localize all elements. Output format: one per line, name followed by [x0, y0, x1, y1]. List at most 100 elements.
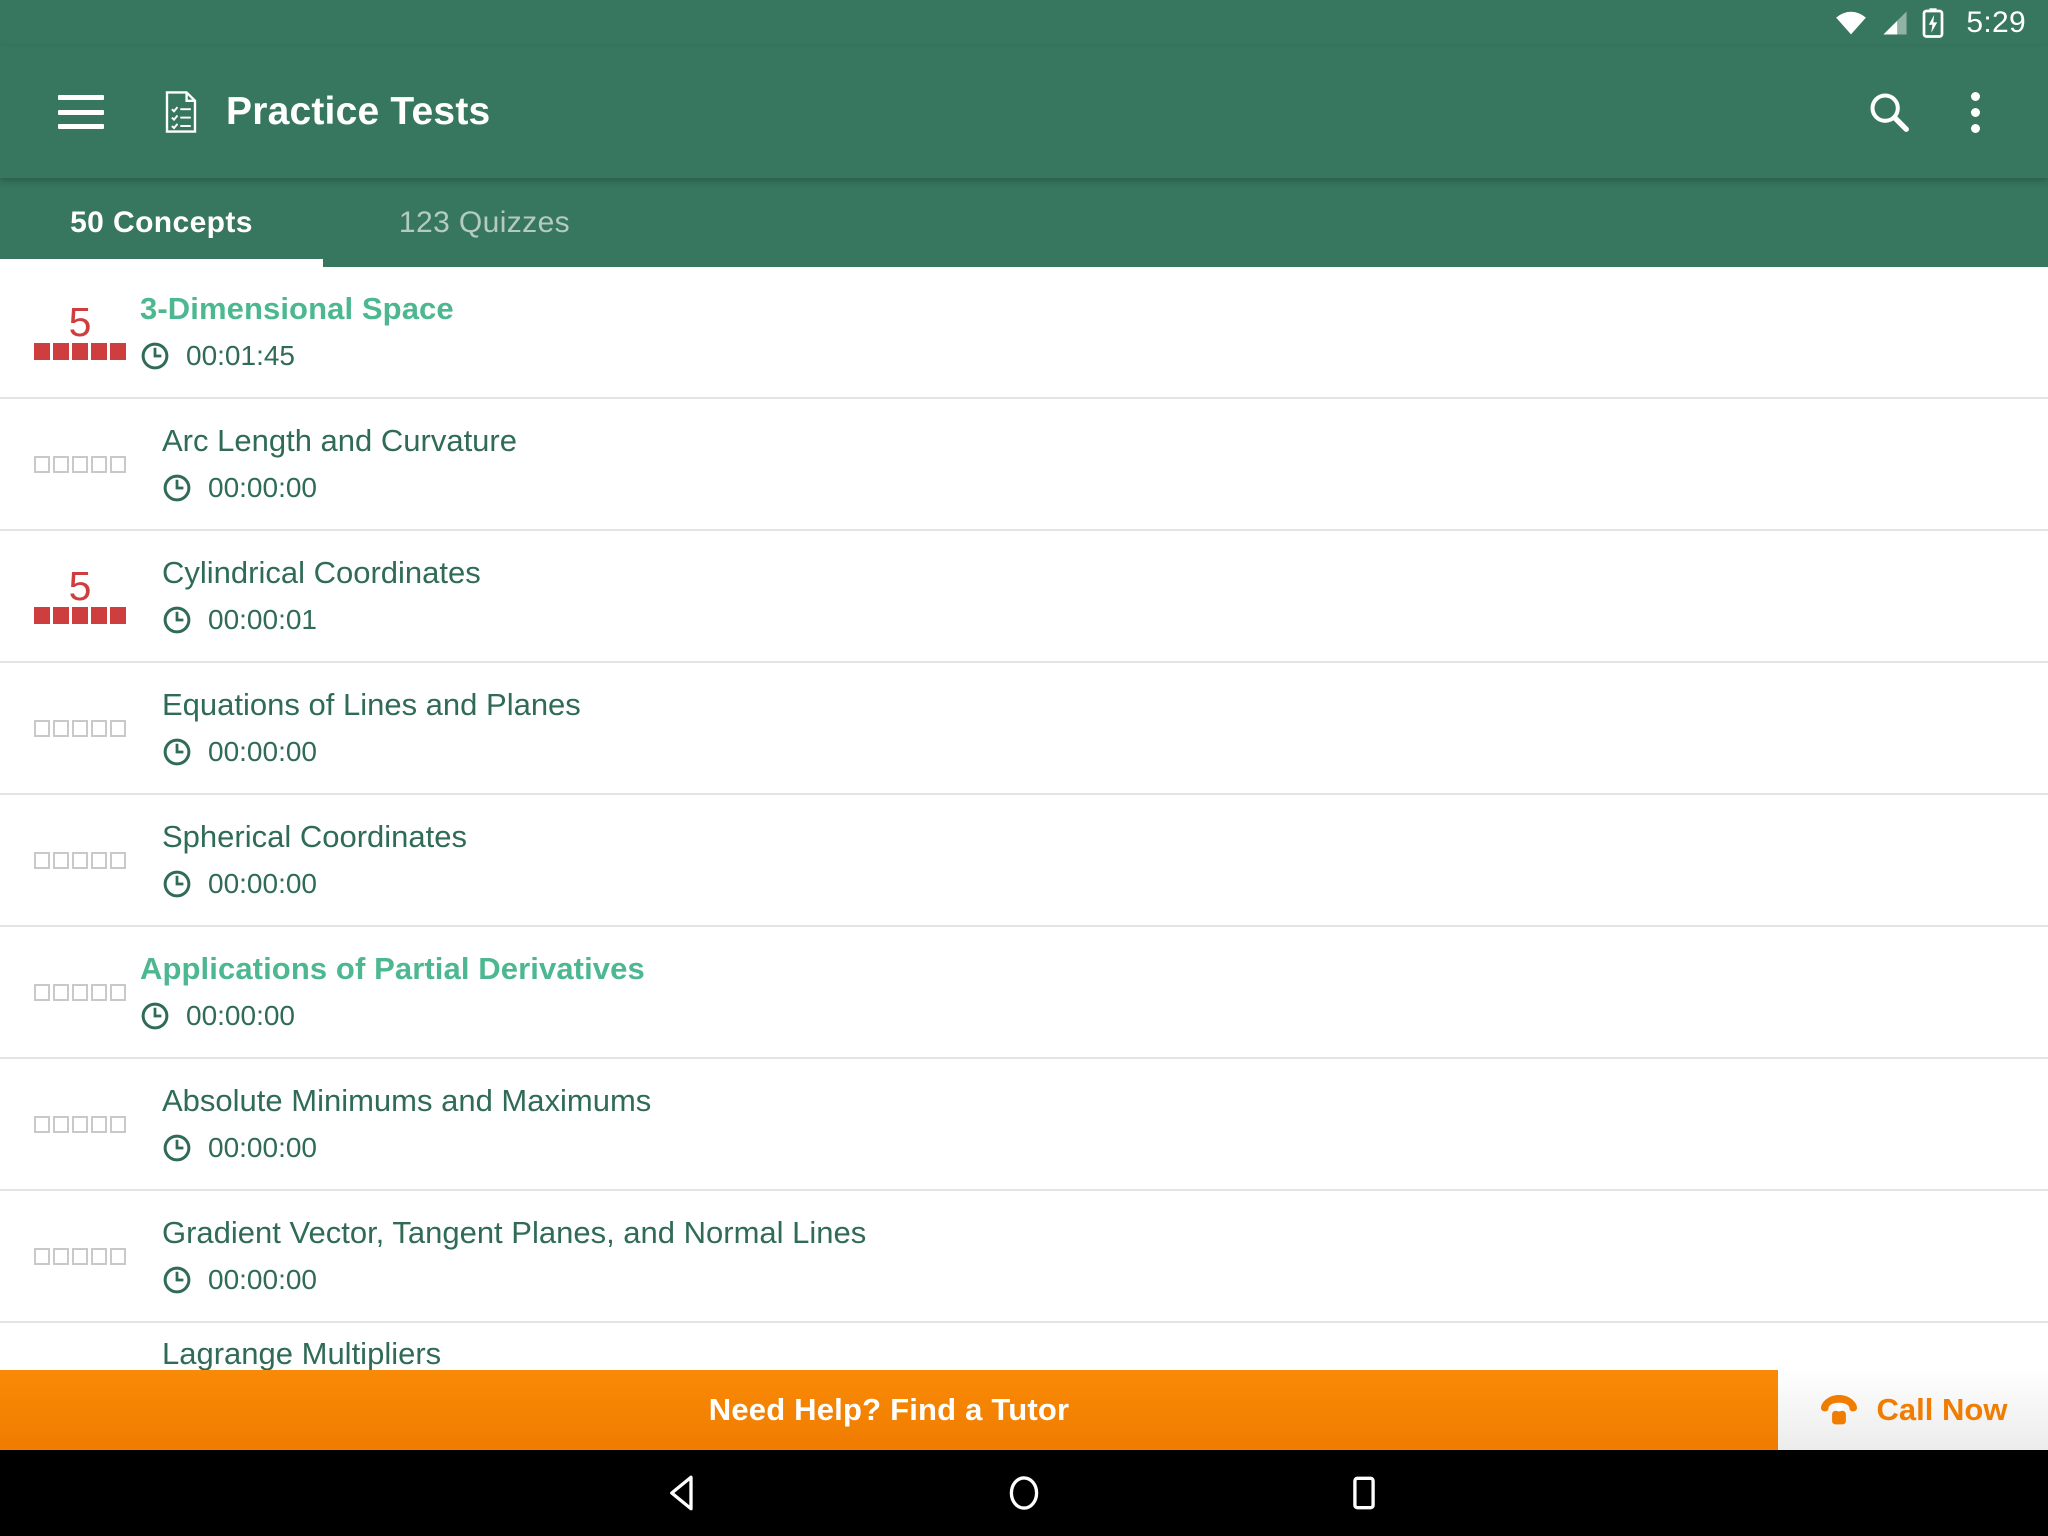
rating-blocks — [34, 343, 126, 361]
document-checklist-icon — [165, 91, 197, 133]
call-now-button[interactable]: Call Now — [1778, 1370, 2048, 1450]
clock-icon — [163, 738, 191, 766]
list-item[interactable]: Spherical Coordinates 00:00:00 — [0, 795, 2048, 927]
tutor-banner: Need Help? Find a Tutor Call Now — [0, 1370, 2048, 1450]
android-nav-bar — [0, 1450, 2048, 1536]
app-bar: Practice Tests — [0, 46, 2048, 178]
list-item-title: Cylindrical Coordinates — [162, 555, 481, 591]
search-button[interactable] — [1846, 69, 1932, 155]
time-row: 00:00:00 — [162, 868, 2048, 900]
status-icon-group: 5:29 — [1834, 8, 2026, 38]
home-circle-icon — [1009, 1476, 1039, 1510]
clock-icon — [163, 474, 191, 502]
list-item-content: Cylindrical Coordinates 00:00:01 — [140, 555, 2048, 636]
list-item-content: Gradient Vector, Tangent Planes, and Nor… — [140, 1215, 2048, 1296]
list-item-content: Absolute Minimums and Maximums 00:00:00 — [140, 1083, 2048, 1164]
nav-home-button[interactable] — [979, 1450, 1069, 1536]
tab-bar: 50 Concepts 123 Quizzes — [0, 178, 2048, 267]
tab-quizzes-label: 123 Quizzes — [398, 205, 571, 239]
hamburger-menu-icon[interactable] — [58, 95, 104, 129]
overflow-menu-icon — [1970, 91, 1980, 133]
clock-icon — [163, 870, 191, 898]
time-row: 00:00:00 — [162, 1132, 2048, 1164]
rating-indicator: 5 — [0, 298, 140, 361]
rating-blocks — [34, 851, 126, 869]
rating-value: 5 — [68, 562, 92, 609]
time-row: 00:01:45 — [140, 340, 2048, 372]
nav-back-button[interactable] — [639, 1450, 729, 1536]
list-item[interactable]: Arc Length and Curvature 00:00:00 — [0, 399, 2048, 531]
clock-icon — [141, 1002, 169, 1030]
elapsed-time: 00:01:45 — [186, 339, 295, 371]
tab-quizzes[interactable]: 123 Quizzes — [323, 178, 646, 267]
list-item-title: Applications of Partial Derivatives — [140, 951, 645, 987]
clock-icon — [163, 1134, 191, 1162]
list-item-content: 3-Dimensional Space 00:01:45 — [140, 291, 2048, 372]
time-row: 00:00:00 — [162, 1264, 2048, 1296]
elapsed-time: 00:00:00 — [208, 471, 317, 503]
rating-blocks — [34, 1247, 126, 1265]
clock-icon — [163, 606, 191, 634]
recents-square-icon — [1353, 1476, 1375, 1510]
list-item[interactable]: Gradient Vector, Tangent Planes, and Nor… — [0, 1191, 2048, 1323]
rating-indicator — [0, 719, 140, 737]
list-item[interactable]: Absolute Minimums and Maximums 00:00:00 — [0, 1059, 2048, 1191]
concepts-list[interactable]: 5 3-Dimensional Space 00:01:45 Arc Lengt… — [0, 267, 2048, 1370]
clock-icon — [141, 342, 169, 370]
call-now-label: Call Now — [1876, 1392, 2008, 1427]
rating-value: 5 — [68, 298, 92, 345]
rating-blocks — [34, 455, 126, 473]
app-bar-left: Practice Tests — [0, 90, 1846, 134]
rating-indicator — [0, 983, 140, 1001]
cellular-signal-icon — [1883, 11, 1907, 35]
rating-indicator: 5 — [0, 562, 140, 625]
rating-blocks — [34, 719, 126, 737]
tab-concepts-label: 50 Concepts — [70, 205, 253, 239]
elapsed-time: 00:00:00 — [208, 735, 317, 767]
search-icon — [1870, 93, 1909, 132]
time-row: 00:00:01 — [162, 604, 2048, 636]
time-row: 00:00:00 — [140, 1000, 2048, 1032]
wifi-icon — [1836, 11, 1867, 35]
nav-recents-button[interactable] — [1319, 1450, 1409, 1536]
elapsed-time: 00:00:00 — [208, 1263, 317, 1295]
rating-indicator — [0, 455, 140, 473]
list-item[interactable]: Lagrange Multipliers — [0, 1323, 2048, 1370]
overflow-menu-button[interactable] — [1932, 69, 2018, 155]
page-title: Practice Tests — [226, 90, 491, 133]
app-root: 5:29 Practice Tests 50 Concepts 123 Quiz… — [0, 0, 2048, 1536]
telephone-icon — [1820, 1395, 1857, 1425]
rating-blocks — [34, 607, 126, 625]
list-item-content: Spherical Coordinates 00:00:00 — [140, 819, 2048, 900]
list-item-content: Lagrange Multipliers — [140, 1323, 2048, 1370]
time-row: 00:00:00 — [162, 472, 2048, 504]
list-item-content: Applications of Partial Derivatives 00:0… — [140, 951, 2048, 1032]
rating-blocks — [34, 983, 126, 1001]
elapsed-time: 00:00:00 — [208, 1131, 317, 1163]
list-item[interactable]: Equations of Lines and Planes 00:00:00 — [0, 663, 2048, 795]
elapsed-time: 00:00:00 — [208, 867, 317, 899]
list-item-content: Equations of Lines and Planes 00:00:00 — [140, 687, 2048, 768]
list-item-title: Arc Length and Curvature — [162, 423, 517, 459]
rating-indicator — [0, 851, 140, 869]
list-item[interactable]: 5 Cylindrical Coordinates 00:00:01 — [0, 531, 2048, 663]
back-triangle-icon — [670, 1475, 693, 1511]
app-bar-actions — [1846, 69, 2048, 155]
time-row: 00:00:00 — [162, 736, 2048, 768]
elapsed-time: 00:00:01 — [208, 603, 317, 635]
rating-indicator — [0, 1247, 140, 1265]
list-item-title: Lagrange Multipliers — [162, 1336, 442, 1370]
tab-concepts[interactable]: 50 Concepts — [0, 178, 323, 267]
find-tutor-label: Need Help? Find a Tutor — [708, 1392, 1070, 1427]
rating-indicator — [0, 1115, 140, 1133]
list-item[interactable]: 5 3-Dimensional Space 00:01:45 — [0, 267, 2048, 399]
list-item-content: Arc Length and Curvature 00:00:00 — [140, 423, 2048, 504]
clock-icon — [163, 1266, 191, 1294]
battery-charging-icon — [1923, 8, 1944, 38]
find-tutor-button[interactable]: Need Help? Find a Tutor — [0, 1370, 1778, 1450]
list-item-title: Gradient Vector, Tangent Planes, and Nor… — [162, 1215, 867, 1251]
list-item-title: Spherical Coordinates — [162, 819, 468, 855]
list-item[interactable]: Applications of Partial Derivatives 00:0… — [0, 927, 2048, 1059]
list-item-title: Equations of Lines and Planes — [162, 687, 581, 723]
list-item-title: 3-Dimensional Space — [140, 291, 454, 327]
